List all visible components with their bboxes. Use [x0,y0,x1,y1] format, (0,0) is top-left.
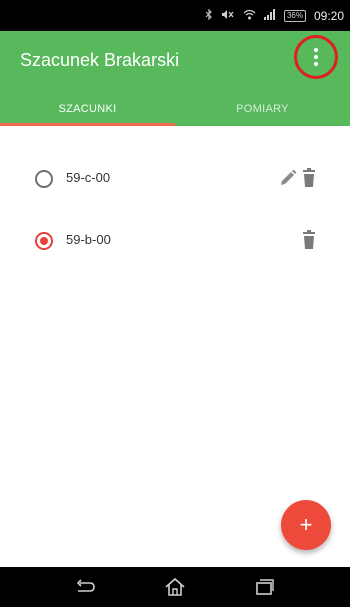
tab-pomiary[interactable]: POMIARY [175,91,350,126]
clock: 09:20 [313,8,344,23]
bluetooth-icon [205,8,213,23]
recents-icon[interactable] [251,575,279,599]
delete-icon[interactable] [300,230,318,250]
list-item[interactable]: 59-b-00 [0,221,350,261]
plus-icon: + [299,512,313,537]
radio-button[interactable] [35,170,53,188]
back-icon[interactable] [71,575,99,599]
home-icon[interactable] [161,575,189,599]
tab-label: POMIARY [236,102,289,115]
tab-indicator [0,123,175,126]
navigation-bar [0,567,350,607]
app-title: Szacunek Brakarski [20,50,180,70]
radio-button-selected[interactable] [35,232,53,250]
app-bar: Szacunek Brakarski SZACUNKI POMIARY [0,31,350,126]
overflow-menu-button[interactable] [294,35,338,79]
edit-icon[interactable] [278,168,298,188]
tab-label: SZACUNKI [58,102,117,115]
battery-icon: 36% [283,9,306,22]
list-item[interactable]: 59-c-00 [0,159,350,199]
tab-bar: SZACUNKI POMIARY [0,91,350,126]
item-label: 59-c-00 [66,170,111,185]
wifi-icon [243,9,256,23]
tab-szacunki[interactable]: SZACUNKI [0,91,175,126]
mute-icon [221,9,235,23]
delete-icon[interactable] [300,168,318,188]
highlight-circle [294,35,338,79]
item-label: 59-b-00 [66,232,111,247]
signal-icon [263,8,276,23]
status-bar: 36% 09:20 [0,0,350,31]
add-button[interactable]: + [281,500,331,550]
